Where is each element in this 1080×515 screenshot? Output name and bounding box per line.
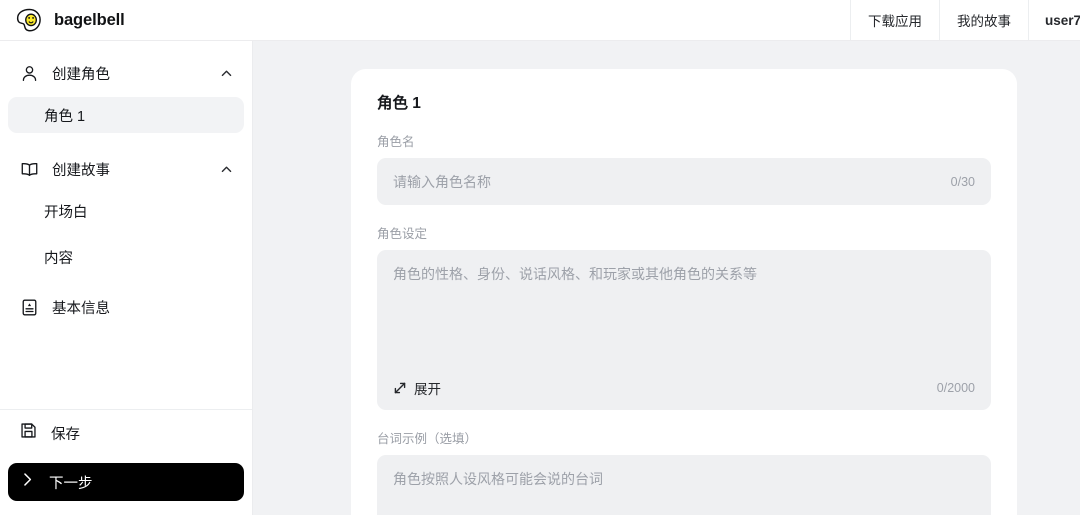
topnav-label: 我的故事 (957, 10, 1011, 30)
textarea-footer: 展开 0/2000 (393, 378, 975, 398)
field-character-name: 角色名 请输入角色名称 0/30 (377, 131, 991, 205)
textarea-inner: 角色的性格、身份、说话风格、和玩家或其他角色的关系等 (393, 264, 975, 398)
sidebar-subitem-label: 角色 1 (44, 105, 85, 126)
expand-label: 展开 (414, 378, 441, 398)
character-count: 0/2000 (937, 381, 975, 395)
sidebar-item-character-1[interactable]: 角色 1 (8, 97, 244, 133)
spacer (0, 229, 252, 239)
sidebar-item-opening[interactable]: 开场白 (8, 193, 244, 229)
sidebar-subitems-character: 角色 1 (0, 97, 252, 133)
sidebar-item-label: 创建故事 (52, 159, 110, 180)
top-nav: 下载应用 我的故事 user7 (850, 0, 1080, 40)
expand-button[interactable]: 展开 (393, 378, 441, 398)
topnav-item-user-account[interactable]: user7 (1028, 0, 1080, 40)
topnav-item-download-app[interactable]: 下载应用 (850, 0, 939, 40)
next-step-label: 下一步 (49, 472, 93, 493)
brand[interactable]: bagelbell (0, 0, 125, 40)
spacer (0, 133, 252, 147)
top-bar: bagelbell 下载应用 我的故事 user7 (0, 0, 1080, 41)
textarea-inner: 角色按照人设风格可能会说的台词 0/300 (393, 469, 975, 515)
field-label: 角色名 (377, 131, 991, 150)
textarea-placeholder: 角色按照人设风格可能会说的台词 (393, 469, 975, 489)
body: 创建角色 角色 1 (0, 41, 1080, 515)
sidebar-subitem-label: 内容 (44, 247, 73, 268)
sidebar-group-basic-info: 基本信息 (0, 285, 252, 329)
spacer (377, 205, 991, 223)
person-icon (19, 63, 39, 83)
sidebar: 创建角色 角色 1 (0, 41, 253, 515)
book-icon (19, 159, 39, 179)
field-example-lines: 台词示例（选填） 角色按照人设风格可能会说的台词 0/300 (377, 428, 991, 515)
input-placeholder: 请输入角色名称 (393, 172, 491, 192)
main-content: 角色 1 角色名 请输入角色名称 0/30 角色设定 角色的性格、身份、说话风 (253, 41, 1080, 515)
bagelbell-logo-icon (16, 7, 43, 34)
chevron-up-icon[interactable] (219, 66, 233, 80)
character-setting-textarea[interactable]: 角色的性格、身份、说话风格、和玩家或其他角色的关系等 (377, 250, 991, 410)
expand-diagonal-icon (393, 381, 407, 395)
character-name-input[interactable]: 请输入角色名称 0/30 (377, 158, 991, 205)
sidebar-subitem-label: 开场白 (44, 201, 88, 222)
sidebar-item-create-story[interactable]: 创建故事 (8, 147, 244, 191)
sidebar-item-create-character[interactable]: 创建角色 (8, 51, 244, 95)
topnav-item-my-stories[interactable]: 我的故事 (939, 0, 1028, 40)
sidebar-group-create-character: 创建角色 (0, 51, 252, 95)
save-icon (19, 421, 38, 445)
spacer (377, 410, 991, 428)
sidebar-item-label: 基本信息 (52, 297, 110, 318)
chevron-right-icon (19, 471, 36, 493)
field-character-setting: 角色设定 角色的性格、身份、说话风格、和玩家或其他角色的关系等 (377, 223, 991, 410)
sidebar-subitems-story: 开场白 内容 (0, 193, 252, 275)
app-root: bagelbell 下载应用 我的故事 user7 (0, 0, 1080, 515)
field-label: 角色设定 (377, 223, 991, 242)
chevron-up-icon[interactable] (219, 162, 233, 176)
sidebar-item-basic-info[interactable]: 基本信息 (8, 285, 244, 329)
sidebar-footer: 保存 下一步 (0, 409, 252, 515)
topnav-label: 下载应用 (868, 10, 922, 30)
field-label: 台词示例（选填） (377, 428, 991, 447)
contact-card-icon (19, 297, 39, 317)
save-button[interactable]: 保存 (8, 410, 244, 456)
topnav-username: user7 (1045, 13, 1080, 28)
spacer (0, 275, 252, 285)
save-label: 保存 (51, 423, 80, 444)
character-form-card: 角色 1 角色名 请输入角色名称 0/30 角色设定 角色的性格、身份、说话风 (351, 69, 1017, 515)
next-step-button[interactable]: 下一步 (8, 463, 244, 501)
brand-name: bagelbell (54, 11, 125, 30)
example-lines-textarea[interactable]: 角色按照人设风格可能会说的台词 0/300 (377, 455, 991, 515)
page-title: 角色 1 (377, 91, 991, 113)
sidebar-item-label: 创建角色 (52, 63, 110, 84)
sidebar-group-create-story: 创建故事 (0, 147, 252, 191)
character-count: 0/30 (951, 158, 975, 205)
sidebar-item-content[interactable]: 内容 (8, 239, 244, 275)
textarea-placeholder: 角色的性格、身份、说话风格、和玩家或其他角色的关系等 (393, 264, 975, 284)
